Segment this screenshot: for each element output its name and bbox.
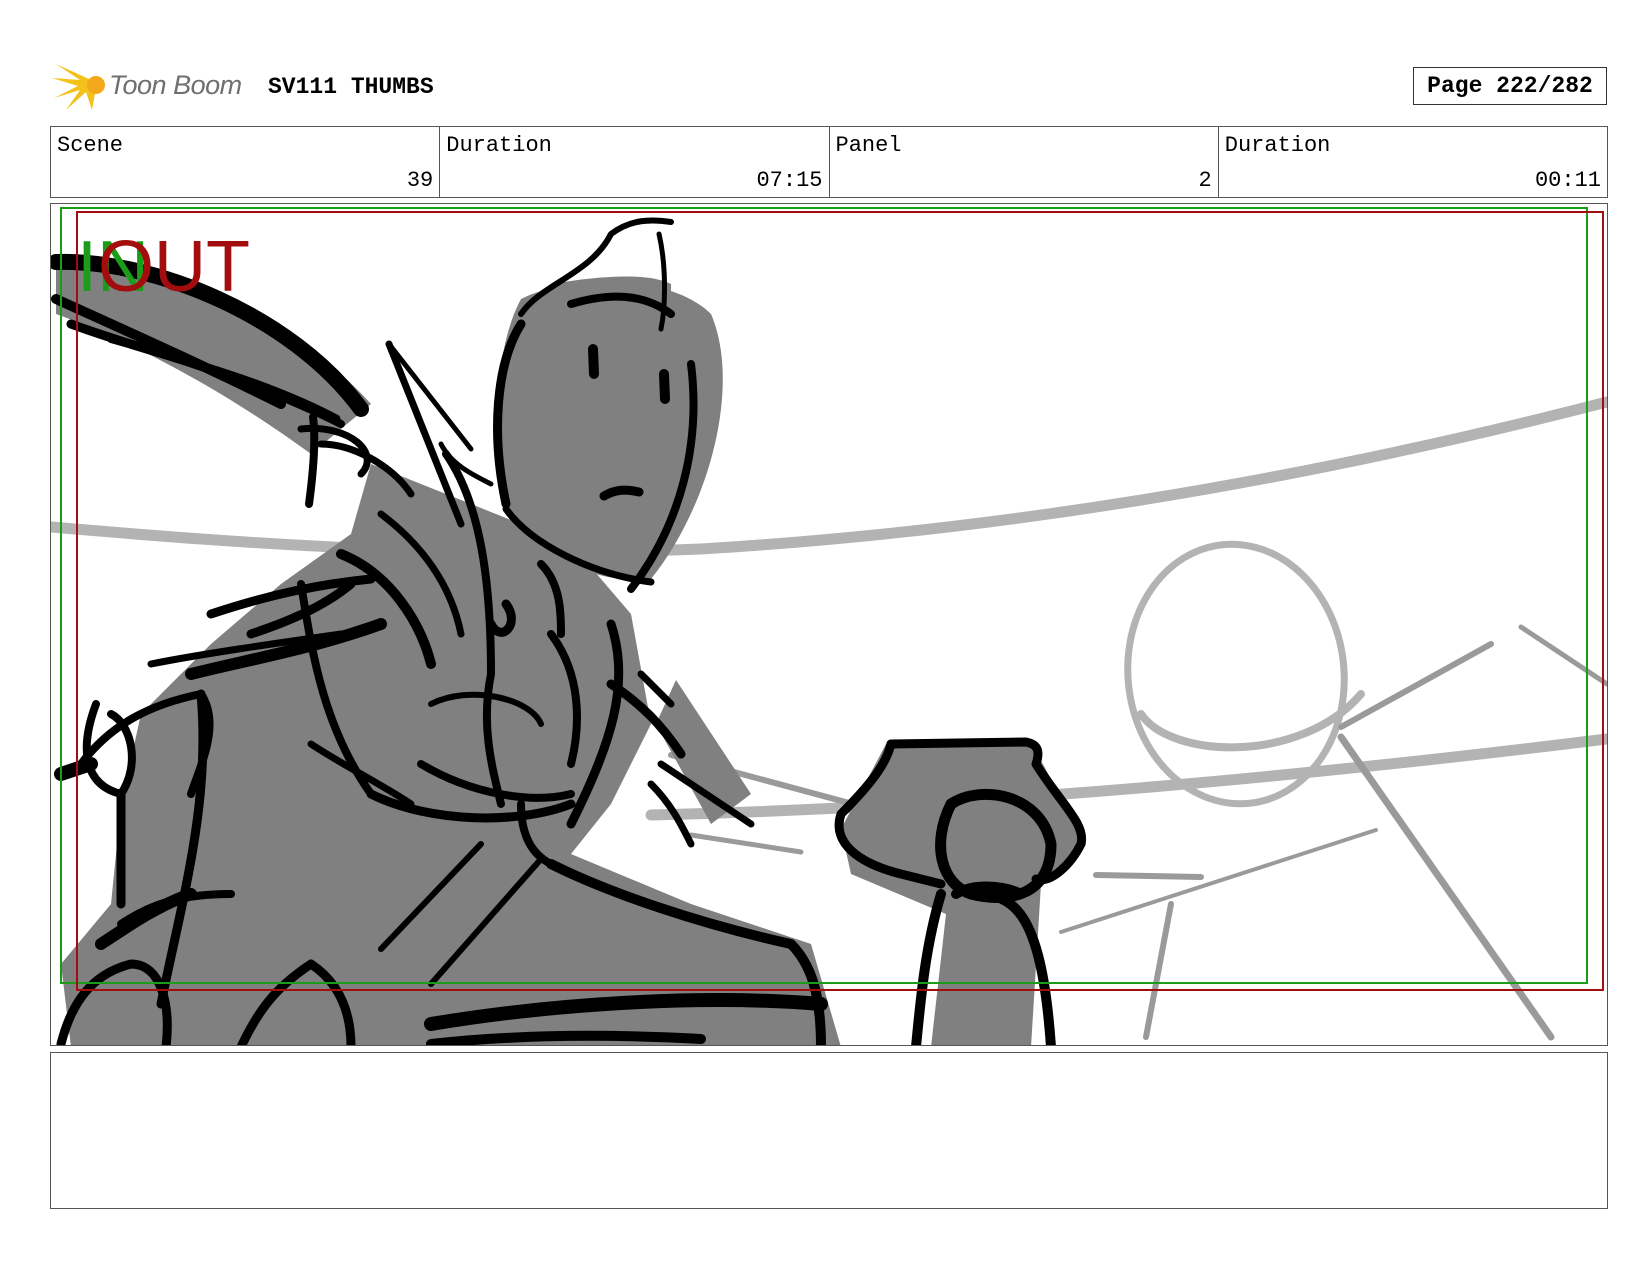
- board-title: SV111 THUMBS: [268, 74, 434, 100]
- scene-info-table: Scene 39 Duration 07:15 Panel 2 Duration…: [50, 126, 1608, 198]
- burst-icon: [52, 64, 105, 110]
- scene-value: 39: [406, 168, 434, 193]
- panel-notes: [50, 1052, 1608, 1209]
- panel-sketch: [51, 207, 1607, 1045]
- page-indicator: Page 222/282: [1413, 67, 1607, 105]
- panel-duration-label: Duration: [1224, 133, 1331, 158]
- scene-duration-cell: Duration 07:15: [440, 127, 830, 197]
- board-header: Toon Boom SV111 THUMBS: [52, 58, 1612, 114]
- storyboard-panel: IN OUT: [50, 203, 1608, 1046]
- scene-duration-value: 07:15: [756, 168, 823, 193]
- toon-boom-logo: Toon Boom: [52, 58, 252, 114]
- panel-duration-cell: Duration 00:11: [1219, 127, 1607, 197]
- panel-cell: Panel 2: [830, 127, 1219, 197]
- scene-cell: Scene 39: [51, 127, 441, 197]
- panel-value: 2: [1198, 168, 1212, 193]
- panel-label: Panel: [835, 133, 902, 158]
- panel-duration-value: 00:11: [1534, 168, 1601, 193]
- scene-duration-label: Duration: [446, 133, 552, 158]
- logo-wordmark: Toon Boom: [109, 70, 242, 100]
- scene-label: Scene: [57, 133, 124, 158]
- out-marker: OUT: [98, 227, 250, 307]
